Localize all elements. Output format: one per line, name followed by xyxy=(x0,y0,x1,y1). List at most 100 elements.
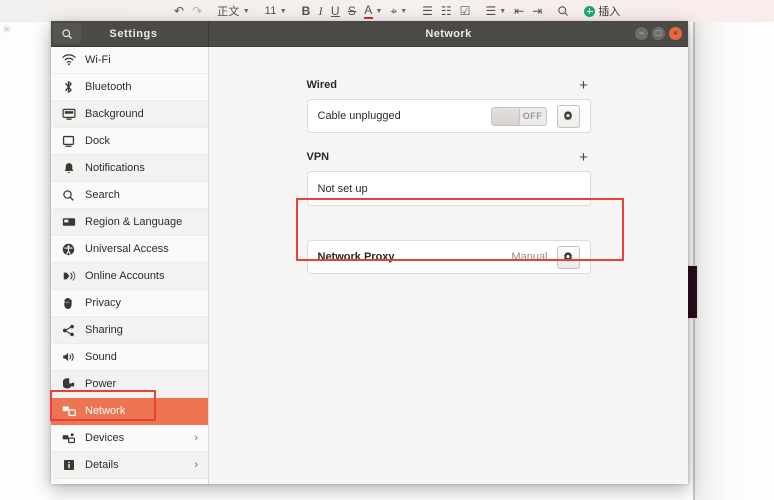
network-proxy-row[interactable]: Network Proxy Manual xyxy=(306,240,591,274)
redo-icon[interactable]: ↷ xyxy=(188,1,206,21)
decrease-indent-glyph: ⇤ xyxy=(514,4,525,18)
screen: ↶ ↷ 正文 ▼ 11 ▼ B I U S A ▼ ⌖ ▼ ☰ ☷ ☑ ☰ ▼ … xyxy=(0,0,774,500)
checkbox-list-glyph: ☑ xyxy=(459,4,471,18)
sidebar-item-wifi[interactable]: Wi-Fi xyxy=(51,47,208,74)
bold-glyph: B xyxy=(301,4,311,18)
section-wired: Wired + Cable unplugged OFF xyxy=(306,74,591,133)
undo-icon[interactable]: ↶ xyxy=(170,1,188,21)
sidebar-item-label: Region & Language xyxy=(85,215,183,228)
settings-window: Settings Network − □ × Wi-Fi Bluetooth B… xyxy=(51,21,688,484)
wired-toggle[interactable]: OFF xyxy=(490,106,547,126)
highlight-color-icon[interactable]: ⌖ ▼ xyxy=(386,1,411,21)
toggle-knob xyxy=(491,107,520,125)
chevron-down-icon: ▼ xyxy=(242,7,250,15)
undo-glyph: ↶ xyxy=(174,4,185,18)
italic-glyph: I xyxy=(318,3,323,18)
close-button[interactable]: × xyxy=(669,27,682,40)
highlight-glyph: ⌖ xyxy=(390,4,398,18)
toggle-state-label: OFF xyxy=(522,111,543,121)
vpn-row[interactable]: Not set up xyxy=(306,171,591,206)
settings-sidebar: Wi-Fi Bluetooth Background Dock Notifica… xyxy=(51,47,209,484)
sidebar-item-sharing[interactable]: Sharing xyxy=(51,317,208,344)
sidebar-item-label: Wi-Fi xyxy=(85,53,111,66)
search-button[interactable] xyxy=(53,23,81,44)
font-color-icon[interactable]: A ▼ xyxy=(360,1,386,21)
network-settings-panel: Wired + Cable unplugged OFF VPN + Not se… xyxy=(209,47,688,484)
chevron-down-icon: ▼ xyxy=(279,7,287,15)
sidebar-item-online-accounts[interactable]: Online Accounts xyxy=(51,263,208,290)
wired-settings-gear-button[interactable] xyxy=(556,104,580,128)
titlebar-left-pane: Settings xyxy=(51,21,209,46)
sidebar-item-label: Network xyxy=(85,404,126,417)
sidebar-item-network[interactable]: Network xyxy=(51,398,208,425)
align-icon[interactable]: ☰ ▼ xyxy=(481,1,510,21)
vpn-status-label: Not set up xyxy=(317,182,368,195)
paragraph-style-select[interactable]: 正文 ▼ xyxy=(213,1,254,21)
strikethrough-glyph: S xyxy=(347,4,357,18)
sidebar-item-label: Universal Access xyxy=(85,242,169,255)
sidebar-item-region-language[interactable]: Region & Language xyxy=(51,209,208,236)
sidebar-item-label: Online Accounts xyxy=(85,269,165,282)
maximize-button[interactable]: □ xyxy=(652,27,665,40)
network-proxy-gear-button[interactable] xyxy=(556,245,580,269)
bullet-list-glyph: ☰ xyxy=(422,4,433,18)
sidebar-item-dock[interactable]: Dock xyxy=(51,128,208,155)
background-icon xyxy=(60,107,77,121)
numbered-list-icon[interactable]: ☷ xyxy=(437,1,456,21)
sidebar-item-sound[interactable]: Sound xyxy=(51,344,208,371)
chevron-down-icon: ▼ xyxy=(499,7,507,15)
sidebar-item-privacy[interactable]: Privacy xyxy=(51,290,208,317)
sidebar-item-notifications[interactable]: Notifications xyxy=(51,155,208,182)
sidebar-item-label: Details xyxy=(85,458,119,471)
bell-icon xyxy=(60,161,77,175)
insert-button[interactable]: 插入 xyxy=(580,1,624,21)
wifi-icon xyxy=(60,53,77,67)
sidebar-item-label: Devices xyxy=(85,431,125,444)
strikethrough-icon[interactable]: S xyxy=(344,1,360,21)
power-battery-icon xyxy=(60,377,77,391)
redo-glyph: ↷ xyxy=(192,4,203,18)
chevron-right-icon: › xyxy=(194,432,198,444)
sidebar-item-details[interactable]: Details › xyxy=(51,452,208,479)
paragraph-style-label: 正文 xyxy=(217,6,240,18)
speaker-icon xyxy=(60,350,77,364)
add-vpn-button[interactable]: + xyxy=(577,150,591,165)
details-icon xyxy=(60,458,77,472)
decrease-indent-icon[interactable]: ⇤ xyxy=(510,1,528,21)
sidebar-item-label: Notifications xyxy=(85,161,145,174)
privacy-hand-icon xyxy=(60,296,77,310)
sidebar-item-devices[interactable]: Devices › xyxy=(51,425,208,452)
italic-icon[interactable]: I xyxy=(315,1,327,21)
region-language-icon xyxy=(60,215,77,229)
devices-icon xyxy=(60,431,77,445)
window-body: Wi-Fi Bluetooth Background Dock Notifica… xyxy=(51,47,688,484)
network-proxy-mode-value: Manual xyxy=(511,251,548,263)
sidebar-item-label: Search xyxy=(85,188,120,201)
sidebar-item-universal-access[interactable]: Universal Access xyxy=(51,236,208,263)
insert-label: 插入 xyxy=(598,6,621,18)
bold-icon[interactable]: B xyxy=(298,1,315,21)
search-icon xyxy=(60,188,77,202)
sidebar-item-power[interactable]: Power xyxy=(51,371,208,398)
dock-icon xyxy=(60,134,77,148)
minimize-button[interactable]: − xyxy=(635,27,648,40)
sidebar-item-search[interactable]: Search xyxy=(51,182,208,209)
network-icon xyxy=(60,404,77,418)
search-icon[interactable] xyxy=(553,1,573,21)
increase-indent-glyph: ⇥ xyxy=(532,4,543,18)
bullet-list-icon[interactable]: ☰ xyxy=(418,1,437,21)
sidebar-item-background[interactable]: Background xyxy=(51,101,208,128)
titlebar-right-pane: Network − □ × xyxy=(209,21,688,46)
wired-connection-row[interactable]: Cable unplugged OFF xyxy=(306,99,591,133)
section-vpn: VPN + Not set up xyxy=(306,146,591,206)
section-title: Wired xyxy=(306,79,337,91)
font-size-select[interactable]: 11 ▼ xyxy=(261,1,291,21)
add-wired-button[interactable]: + xyxy=(577,78,591,93)
underline-icon[interactable]: U xyxy=(327,1,344,21)
increase-indent-icon[interactable]: ⇥ xyxy=(528,1,546,21)
sidebar-item-label: Background xyxy=(85,107,144,120)
sidebar-item-label: Dock xyxy=(85,134,111,147)
sidebar-item-bluetooth[interactable]: Bluetooth xyxy=(51,74,208,101)
checkbox-list-icon[interactable]: ☑ xyxy=(456,1,475,21)
section-network-proxy: Network Proxy Manual xyxy=(306,240,591,274)
